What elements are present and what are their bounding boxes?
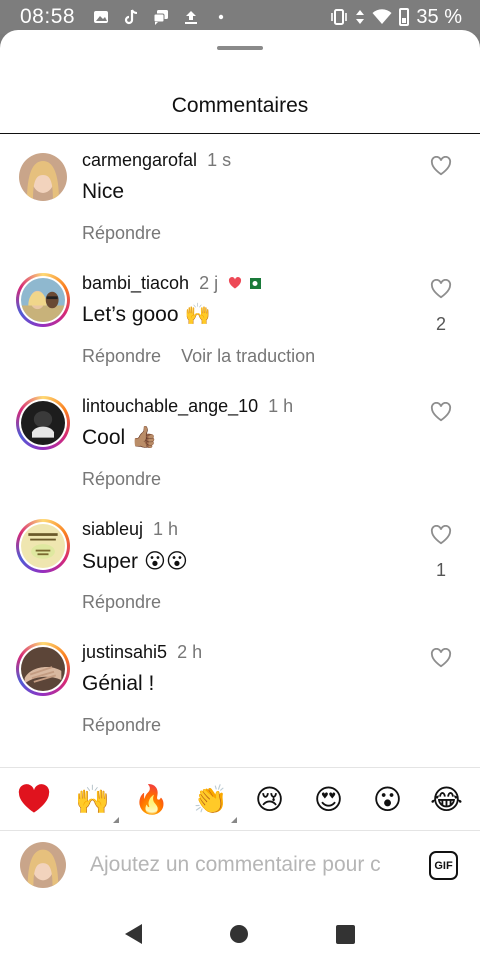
- vibrate-icon: [331, 9, 348, 25]
- emoji-laughing-button[interactable]: 😂: [427, 779, 467, 819]
- comment-time: 1 h: [153, 519, 179, 539]
- avatar[interactable]: [16, 642, 70, 696]
- avatar-photo: [21, 401, 65, 445]
- avatar-photo: [21, 647, 65, 691]
- emoji-fire-button[interactable]: 🔥: [132, 779, 172, 819]
- comment-item: justinsahi5 2 h Génial ! Répondre: [0, 642, 480, 752]
- comment-composer: GIF: [0, 838, 480, 894]
- comment-username[interactable]: bambi_tiacoh: [82, 273, 189, 294]
- avatar-photo: [21, 524, 65, 568]
- quick-emoji-bar: 🙌 🔥 👏 😢 😍 😮 😂: [0, 767, 480, 831]
- comment-username[interactable]: carmengarofal: [82, 150, 197, 171]
- emoji-surprised-button[interactable]: 😮: [368, 779, 408, 819]
- drag-handle[interactable]: [217, 46, 263, 50]
- avatar[interactable]: [16, 519, 70, 573]
- emoji-heart-button[interactable]: [14, 779, 54, 819]
- comment-text: Nice: [82, 180, 125, 203]
- battery-percent: 35 %: [416, 5, 462, 28]
- comment-username[interactable]: siableuj: [82, 519, 143, 540]
- status-bar: 08:58 35 %: [0, 0, 480, 34]
- comment-time: 1 h: [268, 396, 294, 416]
- reply-button[interactable]: Répondre: [82, 346, 161, 367]
- reply-button[interactable]: Répondre: [82, 715, 161, 736]
- comment-username[interactable]: justinsahi5: [82, 642, 167, 663]
- data-arrows-icon: [356, 10, 365, 24]
- tiktok-icon: [125, 9, 138, 25]
- emoji-raising-hands-button[interactable]: 🙌: [73, 779, 119, 823]
- comments-sheet: Commentaires carmengarofal 1 s Nice Répo…: [0, 30, 480, 960]
- status-time: 08:58: [20, 5, 76, 28]
- current-user-avatar: [20, 842, 66, 888]
- back-icon[interactable]: [125, 924, 142, 944]
- comment-username[interactable]: lintouchable_ange_10: [82, 396, 258, 417]
- comment-item: lintouchable_ange_10 1 h Cool 👍🏽 Répondr…: [0, 396, 480, 506]
- like-count: 1: [435, 560, 446, 580]
- comment-text: Génial !: [82, 672, 155, 695]
- sheet-title: Commentaires: [171, 94, 309, 117]
- raising-hands-emoji: 🙌: [184, 303, 211, 326]
- comment-item: siableuj 1 h Super 😮😮 Répondre 1: [0, 519, 480, 629]
- heart-icon[interactable]: [430, 278, 452, 299]
- heart-icon[interactable]: [430, 647, 452, 668]
- heart-icon[interactable]: [430, 155, 452, 176]
- emoji-heart-eyes-button[interactable]: 😍: [309, 779, 349, 819]
- avatar-photo: [21, 278, 65, 322]
- comment-time: 2 j: [199, 273, 219, 293]
- notification-icons: [93, 9, 229, 25]
- like-count: 2: [435, 314, 446, 334]
- comment-text: Super 😮😮: [82, 549, 188, 574]
- avatar-photo: [19, 153, 67, 201]
- status-right: 35 %: [330, 6, 462, 29]
- gallery-icon: [94, 11, 109, 23]
- reply-button[interactable]: Répondre: [82, 469, 161, 490]
- avatar[interactable]: [16, 273, 70, 327]
- see-translation-button[interactable]: Voir la traduction: [181, 346, 315, 367]
- flag-icon: [246, 277, 262, 289]
- gif-button[interactable]: GIF: [429, 851, 458, 880]
- title-divider: [0, 133, 480, 134]
- system-nav-bar: [0, 908, 480, 960]
- liked-by-author-heart-icon: [229, 277, 242, 289]
- reply-button[interactable]: Répondre: [82, 223, 161, 244]
- comment-item: bambi_tiacoh 2 j Let’s gooo 🙌 Répondre V…: [0, 273, 480, 383]
- comment-item: carmengarofal 1 s Nice Répondre: [0, 150, 480, 260]
- avatar[interactable]: [16, 396, 70, 450]
- emoji-clapping-button[interactable]: 👏: [191, 779, 237, 823]
- reply-button[interactable]: Répondre: [82, 592, 161, 613]
- heart-icon[interactable]: [430, 401, 452, 422]
- heart-icon[interactable]: [430, 524, 452, 545]
- home-icon[interactable]: [230, 925, 248, 943]
- thumbs-up-emoji: 👍🏽: [131, 426, 158, 449]
- wifi-icon: [372, 9, 392, 24]
- comment-time: 1 s: [207, 150, 232, 170]
- red-heart-icon: [18, 784, 49, 813]
- comment-time: 2 h: [177, 642, 203, 662]
- comment-text: Let’s gooo 🙌: [82, 303, 211, 326]
- avatar[interactable]: [16, 150, 70, 204]
- messages-icon: [153, 10, 169, 25]
- comment-text: Cool 👍🏽: [82, 426, 158, 449]
- upload-icon: [185, 11, 198, 24]
- comment-input[interactable]: [90, 850, 410, 880]
- recent-apps-icon[interactable]: [336, 924, 355, 944]
- surprised-face-emoji: 😮😮: [144, 550, 188, 573]
- more-dot-icon: [218, 14, 224, 20]
- emoji-crying-button[interactable]: 😢: [250, 779, 290, 819]
- battery-icon: [399, 8, 410, 26]
